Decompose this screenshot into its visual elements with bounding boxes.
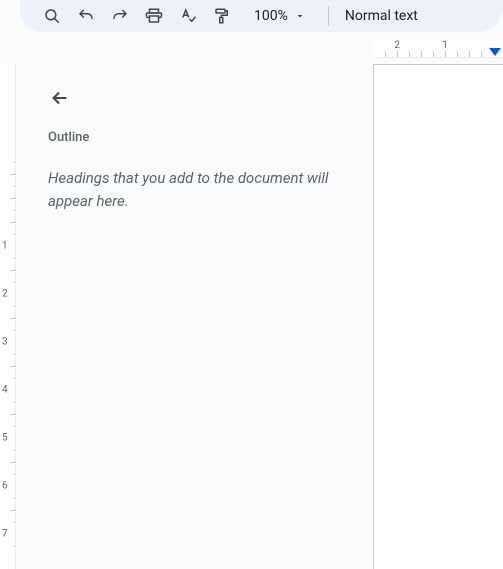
ruler-tick-label: 1 (442, 40, 448, 51)
outline-title: Outline (48, 130, 349, 145)
ruler-tick-label: 2 (2, 289, 8, 300)
ruler-tick-label: 3 (2, 337, 8, 348)
indent-marker[interactable] (489, 48, 501, 56)
paint-format-button[interactable] (206, 2, 238, 30)
spellcheck-icon (179, 7, 197, 25)
spellcheck-button[interactable] (172, 2, 204, 30)
ruler-tick-label: 6 (2, 481, 8, 492)
print-icon (145, 7, 163, 25)
toolbar: 100% Normal text (20, 0, 503, 32)
zoom-value: 100% (254, 8, 288, 24)
ruler-tick-label: 2 (394, 40, 400, 51)
vertical-ruler[interactable]: 1 2 3 4 5 6 7 (0, 64, 16, 569)
paint-roller-icon (213, 7, 231, 25)
zoom-select[interactable]: 100% (248, 8, 312, 24)
style-label: Normal text (345, 8, 418, 24)
outline-empty-hint: Headings that you add to the document wi… (48, 167, 349, 212)
print-button[interactable] (138, 2, 170, 30)
search-icon (43, 7, 61, 25)
ruler-tick-label: 7 (2, 529, 8, 540)
redo-button[interactable] (104, 2, 136, 30)
horizontal-ruler[interactable]: 2 1 (373, 40, 503, 58)
outline-panel: Outline Headings that you add to the doc… (16, 64, 373, 569)
redo-icon (111, 7, 129, 25)
document-page[interactable] (373, 64, 503, 569)
ruler-tick-label: 4 (2, 385, 8, 396)
arrow-left-icon (49, 87, 71, 109)
dropdown-icon (294, 10, 306, 22)
toolbar-divider (328, 6, 329, 26)
paragraph-style-select[interactable]: Normal text (341, 8, 422, 24)
undo-icon (77, 7, 95, 25)
undo-button[interactable] (70, 2, 102, 30)
close-outline-button[interactable] (42, 80, 78, 116)
ruler-tick-label: 5 (2, 433, 8, 444)
search-button[interactable] (36, 2, 68, 30)
ruler-tick-label: 1 (2, 241, 8, 252)
